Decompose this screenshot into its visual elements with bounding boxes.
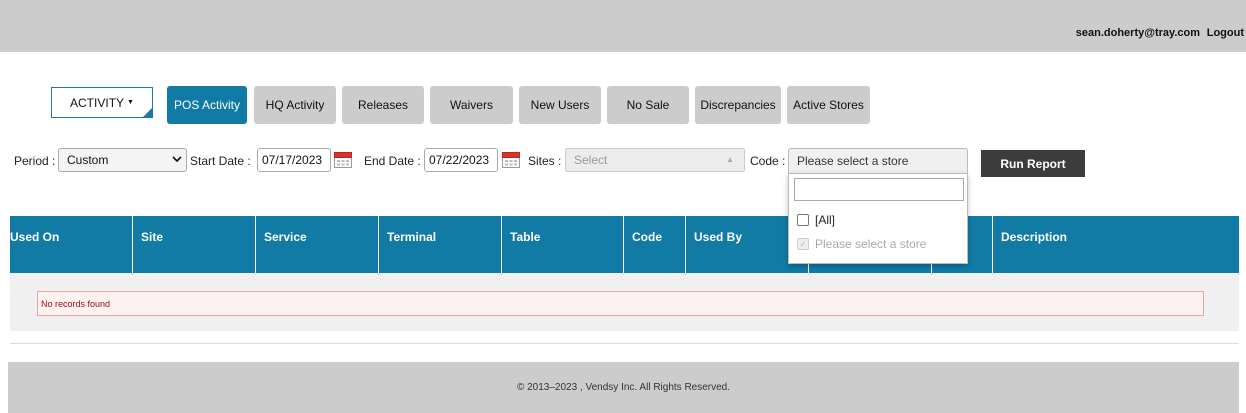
caret-down-icon: ▼	[127, 99, 134, 106]
code-dropdown: [All] ✓ Please select a store	[788, 173, 968, 264]
end-date-label: End Date :	[364, 154, 421, 168]
chevron-up-icon: ▲	[726, 155, 734, 164]
dropdown-option-all[interactable]: [All]	[797, 213, 835, 227]
corner-decoration	[143, 108, 152, 117]
table-header: Used On Site Service Terminal Table Code…	[10, 216, 1239, 273]
tab-releases[interactable]: Releases	[342, 86, 424, 124]
period-label: Period :	[14, 154, 56, 168]
dropdown-option-select-store: ✓ Please select a store	[797, 237, 926, 251]
chevron-down-icon	[172, 154, 182, 167]
activity-menu-label: ACTIVITY	[70, 95, 125, 110]
sites-placeholder: Select	[574, 153, 608, 167]
dropdown-search-input[interactable]	[794, 178, 964, 201]
activity-menu-button[interactable]: ACTIVITY ▼	[51, 87, 153, 118]
sites-select[interactable]: Select ▲	[565, 148, 745, 172]
option-label: [All]	[815, 213, 836, 227]
tab-new-users[interactable]: New Users	[519, 86, 601, 124]
code-label: Code :	[750, 154, 786, 168]
end-date-input[interactable]: 07/22/2023	[424, 148, 498, 172]
copyright-text: © 2013–2023 , Vendsy Inc. All Rights Res…	[516, 382, 731, 393]
top-bar: sean.doherty@tray.com Logout	[0, 0, 1246, 52]
column-service[interactable]: Service	[256, 216, 379, 273]
tab-waivers[interactable]: Waivers	[430, 86, 513, 124]
column-description[interactable]: Description	[993, 216, 1239, 273]
sites-label: Sites :	[528, 154, 562, 168]
tab-hq-activity[interactable]: HQ Activity	[254, 86, 336, 124]
column-site[interactable]: Site	[133, 216, 256, 273]
checkbox-checked: ✓	[797, 238, 809, 250]
code-select[interactable]: Please select a store	[788, 148, 968, 174]
user-email: sean.doherty@tray.com	[1075, 27, 1200, 39]
period-value: Custom	[67, 153, 109, 167]
tab-active-stores[interactable]: Active Stores	[787, 86, 870, 124]
start-date-input[interactable]: 07/17/2023	[257, 148, 331, 172]
code-value: Please select a store	[797, 154, 909, 168]
run-report-button[interactable]: Run Report	[981, 150, 1085, 177]
footer: © 2013–2023 , Vendsy Inc. All Rights Res…	[8, 362, 1239, 413]
logout-link[interactable]: Logout	[1207, 27, 1244, 39]
tab-no-sale[interactable]: No Sale	[607, 86, 689, 124]
tab-discrepancies[interactable]: Discrepancies	[695, 86, 781, 124]
no-records-message: No records found	[37, 291, 1204, 316]
divider	[10, 343, 1239, 344]
column-code[interactable]: Code	[624, 216, 686, 273]
checkbox[interactable]	[797, 214, 809, 226]
column-terminal[interactable]: Terminal	[379, 216, 502, 273]
column-table[interactable]: Table	[502, 216, 624, 273]
calendar-icon[interactable]	[333, 150, 353, 169]
table-body: No records found	[10, 273, 1239, 331]
tab-pos-activity[interactable]: POS Activity	[167, 86, 247, 124]
option-label: Please select a store	[815, 237, 927, 251]
period-select[interactable]: Custom	[58, 148, 187, 172]
start-date-label: Start Date :	[190, 154, 251, 168]
calendar-icon[interactable]	[501, 150, 521, 169]
column-used-on[interactable]: Used On	[10, 216, 133, 273]
